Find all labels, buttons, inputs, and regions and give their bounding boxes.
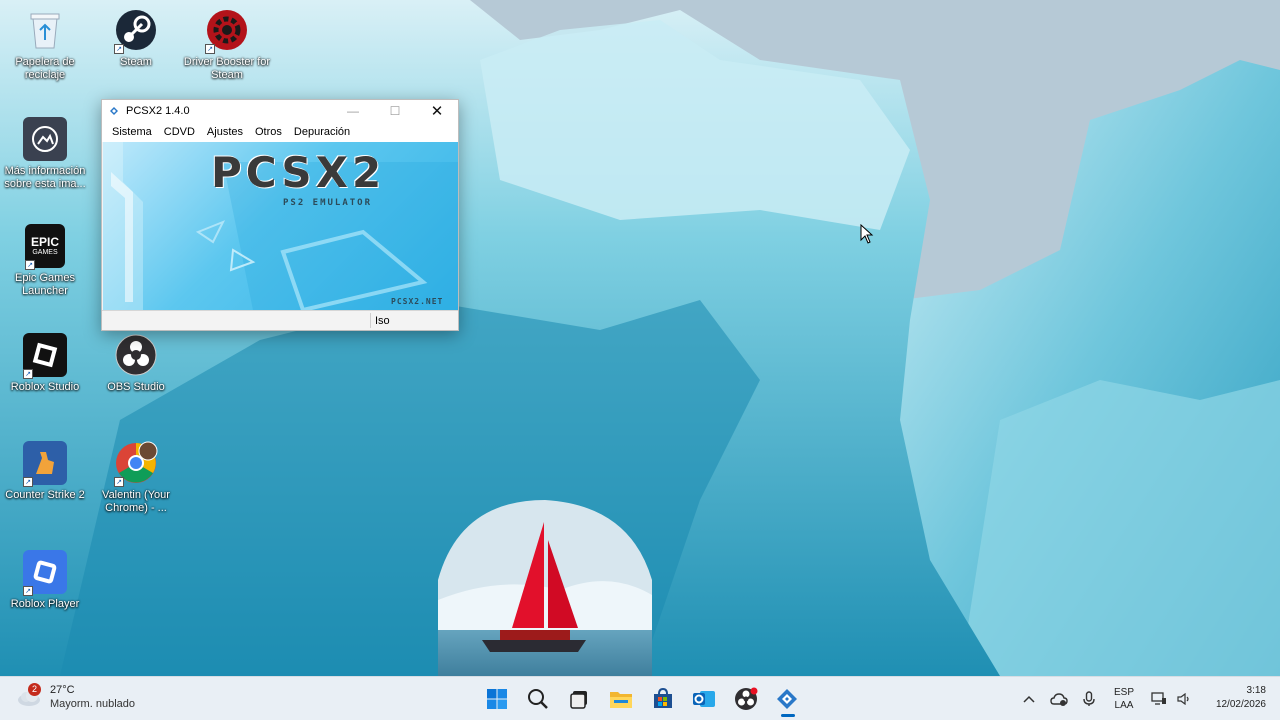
- pcsx2-banner: PCSX2 PS2 EMULATOR PCSX2.NET: [103, 142, 458, 310]
- language-indicator[interactable]: ESP LAA: [1104, 686, 1144, 712]
- window-statusbar: Iso: [102, 310, 458, 330]
- desktop-icon-obs-studio[interactable]: OBS Studio: [91, 333, 181, 394]
- window-titlebar[interactable]: PCSX2 1.4.0 — ☐ ✕: [102, 100, 458, 122]
- onedrive-cloud-icon[interactable]: [1044, 692, 1074, 706]
- menu-otros[interactable]: Otros: [249, 126, 288, 138]
- weather-temp: 27°C: [50, 684, 75, 696]
- weather-condition: Mayorm. nublado: [50, 698, 135, 710]
- window-title: PCSX2 1.4.0: [126, 105, 190, 117]
- language-code: ESP: [1113, 687, 1134, 698]
- epic-logo-top: EPIC: [30, 234, 59, 249]
- pcsx2-logo-subtitle: PS2 EMULATOR: [283, 198, 373, 208]
- search-icon[interactable]: [518, 681, 560, 717]
- task-view-icon[interactable]: [559, 681, 601, 717]
- maximize-icon[interactable]: ☐: [374, 100, 416, 122]
- taskbar-apps: [476, 681, 808, 717]
- roblox-studio-icon: ↗: [23, 333, 67, 379]
- desktop-icon-epic-games[interactable]: EPIC GAMES ↗ Epic Games Launcher: [0, 224, 90, 298]
- taskbar-clock[interactable]: 3:18 12/02/2026: [1196, 684, 1266, 712]
- pcsx2-taskbar-icon[interactable]: [767, 681, 809, 717]
- minimize-icon[interactable]: —: [332, 100, 374, 122]
- driver-booster-icon: ↗: [205, 8, 249, 54]
- microphone-icon[interactable]: [1074, 691, 1104, 707]
- desktop-icon-steam[interactable]: ↗ Steam: [91, 8, 181, 69]
- counter-strike-icon: ↗: [23, 441, 67, 487]
- taskbar: 2 27°C Mayorm. nublado ESP LAA 3:18 12/0…: [0, 676, 1280, 720]
- pcsx2-app-icon: [110, 107, 118, 115]
- desktop-icon-roblox-studio[interactable]: ↗ Roblox Studio: [0, 333, 90, 394]
- desktop-icon-label: Más información sobre esta ima...: [4, 165, 86, 190]
- cloud-icon: 2: [16, 683, 42, 707]
- close-icon[interactable]: ✕: [416, 100, 458, 122]
- pcsx2-window[interactable]: PCSX2 1.4.0 — ☐ ✕ Sistema CDVD Ajustes O…: [101, 99, 459, 331]
- shortcut-arrow-icon: ↗: [114, 44, 124, 54]
- menu-cdvd[interactable]: CDVD: [158, 126, 201, 138]
- pcsx2-url: PCSX2.NET: [391, 297, 444, 306]
- shortcut-arrow-icon: ↗: [23, 586, 33, 596]
- shortcut-arrow-icon: ↗: [205, 44, 215, 54]
- clock-time: 3:18: [1246, 685, 1266, 696]
- shortcut-arrow-icon: ↗: [114, 477, 124, 487]
- mouse-cursor-icon: [860, 224, 874, 244]
- menu-ajustes[interactable]: Ajustes: [201, 126, 249, 138]
- epic-games-icon: EPIC GAMES ↗: [25, 224, 65, 270]
- menu-depuracion[interactable]: Depuración: [288, 126, 356, 138]
- weather-widget[interactable]: 2 27°C Mayorm. nublado: [16, 683, 135, 711]
- obs-studio-icon: [114, 333, 158, 377]
- chevron-up-icon[interactable]: [1014, 695, 1044, 703]
- desktop-icon-label: Steam: [120, 56, 152, 68]
- desktop-icon-label: Counter Strike 2: [5, 489, 85, 501]
- epic-logo-bottom: GAMES: [32, 248, 58, 256]
- desktop-icon-spotlight-info[interactable]: Más información sobre esta ima...: [0, 117, 90, 191]
- shortcut-arrow-icon: ↗: [23, 369, 33, 379]
- microsoft-store-icon[interactable]: [642, 681, 684, 717]
- steam-icon: ↗: [114, 8, 158, 54]
- desktop-icon-label: Epic Games Launcher: [15, 272, 75, 297]
- chrome-profile-icon: ↗: [114, 441, 158, 487]
- status-iso: Iso: [375, 315, 390, 327]
- shortcut-arrow-icon: ↗: [23, 477, 33, 487]
- pcsx2-logo: PCSX2: [211, 148, 386, 197]
- desktop-icon-label: Driver Booster for Steam: [183, 56, 271, 81]
- desktop-icon-label: Papelera de reciclaje: [15, 56, 75, 81]
- volume-icon[interactable]: [1174, 693, 1194, 705]
- desktop-icon-label: OBS Studio: [107, 381, 165, 393]
- menu-bar: Sistema CDVD Ajustes Otros Depuración: [102, 122, 458, 142]
- obs-taskbar-icon[interactable]: [725, 681, 767, 717]
- desktop-icon-chrome-profile[interactable]: ↗ Valentin (Your Chrome) - ...: [91, 441, 181, 515]
- desktop-icon-roblox-player[interactable]: ↗ Roblox Player: [0, 550, 90, 611]
- shortcut-arrow-icon: ↗: [25, 260, 35, 270]
- desktop-icon-label: Roblox Studio: [10, 381, 80, 393]
- recycle-bin-icon: [23, 8, 67, 52]
- desktop-icon-label: Valentin (Your Chrome) - ...: [102, 489, 170, 514]
- clock-date: 12/02/2026: [1215, 699, 1266, 710]
- windows-start-icon[interactable]: [476, 681, 518, 717]
- keyboard-layout: LAA: [1114, 700, 1134, 711]
- statusbar-separator: [370, 313, 371, 328]
- weather-badge: 2: [28, 683, 41, 696]
- file-explorer-icon[interactable]: [601, 681, 643, 717]
- desktop-icon-counter-strike[interactable]: ↗ Counter Strike 2: [0, 441, 90, 502]
- system-tray: ESP LAA: [1014, 677, 1194, 720]
- spotlight-info-icon: [23, 117, 67, 161]
- outlook-icon[interactable]: [684, 681, 726, 717]
- desktop-icon-driver-booster[interactable]: ↗ Driver Booster for Steam: [182, 8, 272, 82]
- desktop-icon-recycle-bin[interactable]: Papelera de reciclaje: [0, 8, 90, 82]
- menu-sistema[interactable]: Sistema: [106, 126, 158, 138]
- desktop-icon-label: Roblox Player: [10, 598, 80, 610]
- network-icon[interactable]: [1144, 692, 1174, 706]
- roblox-player-icon: ↗: [23, 550, 67, 596]
